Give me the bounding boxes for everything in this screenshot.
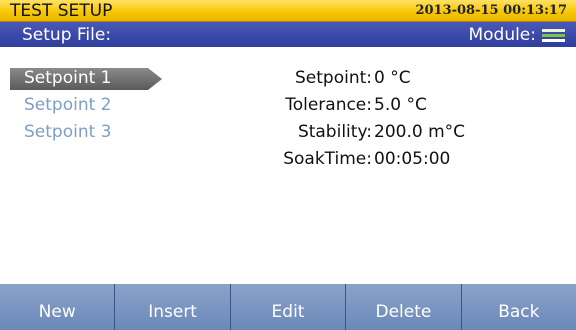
- edit-button[interactable]: Edit: [229, 284, 345, 330]
- delete-button[interactable]: Delete: [345, 284, 460, 330]
- title-bar: TEST SETUP 2013-08-15 00:13:17: [0, 0, 576, 22]
- detail-key: Tolerance:: [285, 95, 372, 115]
- detail-key: Stability:: [297, 122, 372, 142]
- screen-title: TEST SETUP: [10, 1, 113, 21]
- detail-value: 5.0 °C: [374, 95, 427, 115]
- softkey-bar: New Insert Edit Delete Back: [0, 284, 576, 330]
- detail-row-soaktime: SoakTime: 00:05:00: [0, 149, 576, 171]
- detail-row-stability: Stability: 200.0 m°C: [0, 122, 576, 144]
- sub-header-bar: Setup File: Module:: [0, 22, 576, 47]
- back-button[interactable]: Back: [460, 284, 576, 330]
- detail-value: 0 °C: [374, 68, 411, 88]
- detail-value: 200.0 m°C: [374, 122, 466, 142]
- detail-row-setpoint: Setpoint: 0 °C: [0, 68, 576, 90]
- module-label: Module:: [468, 25, 536, 45]
- detail-value: 00:05:00: [374, 149, 451, 169]
- datetime: 2013-08-15 00:13:17: [415, 3, 567, 18]
- setup-file-label: Setup File:: [22, 25, 112, 45]
- module-indicator-icon: [542, 29, 565, 42]
- insert-button[interactable]: Insert: [114, 284, 229, 330]
- new-button[interactable]: New: [0, 284, 114, 330]
- detail-key: Setpoint:: [295, 68, 372, 88]
- detail-row-tolerance: Tolerance: 5.0 °C: [0, 95, 576, 117]
- detail-key: SoakTime:: [283, 149, 372, 169]
